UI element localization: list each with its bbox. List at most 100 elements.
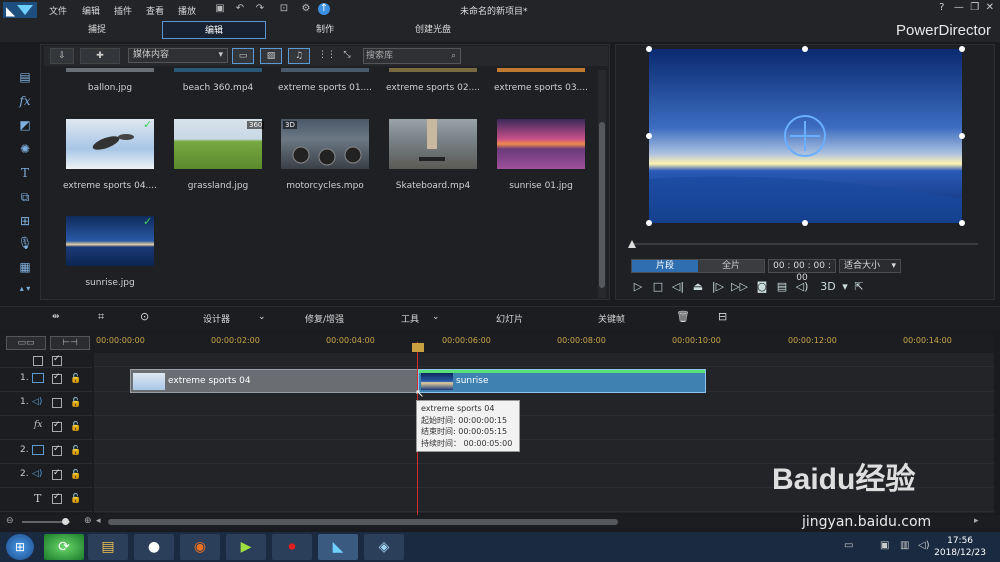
taskbar-app-icon[interactable]: ⟳ — [44, 534, 84, 560]
firefox-icon[interactable]: ◉ — [180, 534, 220, 560]
explorer-icon[interactable]: ▤ — [88, 534, 128, 560]
track-lane[interactable] — [94, 353, 994, 367]
lock-icon[interactable]: 🔓 — [70, 470, 81, 480]
redo-icon[interactable]: ↷ — [254, 3, 266, 15]
chevron-down-icon[interactable]: ⌄ — [258, 312, 266, 322]
upgrade-icon[interactable]: ↑ — [318, 3, 330, 15]
fx-room-icon[interactable]: fx — [16, 92, 34, 110]
chevron-down-icon[interactable]: ▾ — [838, 280, 852, 294]
play-icon[interactable]: ▷ — [631, 280, 645, 294]
track-enable-checkbox[interactable] — [52, 444, 62, 456]
delete-icon[interactable]: 🗑 — [676, 310, 690, 323]
menu-file[interactable]: 文件 — [49, 4, 67, 17]
menu-edit[interactable]: 编辑 — [82, 4, 100, 17]
playhead-marker[interactable] — [412, 343, 424, 352]
resize-handle[interactable] — [646, 133, 652, 139]
resize-handle[interactable] — [802, 220, 808, 226]
track-enable-checkbox[interactable] — [52, 372, 62, 384]
zoom-fit-dropdown[interactable]: 适合大小 ▾ — [839, 259, 901, 273]
thumb-sunrise01[interactable] — [497, 119, 585, 169]
collapse-icon[interactable]: ▴ ▾ — [16, 280, 34, 298]
thumb-beach360[interactable] — [174, 68, 262, 72]
media-content-dropdown[interactable]: 媒体内容 ▾ — [128, 48, 228, 63]
volume-icon[interactable]: ◁) — [795, 280, 809, 294]
pip-room-icon[interactable]: ◩ — [16, 116, 34, 134]
grid-view-icon[interactable]: ⋮⋮ — [318, 48, 336, 64]
qq-icon[interactable]: ● — [134, 534, 174, 560]
aspect-ratio-icon[interactable]: ⊡ — [274, 3, 294, 15]
media-room-icon[interactable]: ▤ — [16, 68, 34, 86]
particle-room-icon[interactable]: ✺ — [16, 140, 34, 158]
close-icon[interactable]: ✕ — [986, 2, 994, 13]
resize-handle[interactable] — [959, 133, 965, 139]
slideshow-button[interactable]: 幻灯片 — [496, 312, 523, 325]
timeline-view-icon[interactable]: ▭▭ — [6, 336, 46, 350]
storyboard-view-icon[interactable]: ⊢⊣ — [50, 336, 90, 350]
start-button[interactable]: ⊞ — [6, 534, 34, 560]
powerdirector-taskbar-icon[interactable]: ◣ — [318, 534, 358, 560]
record-icon[interactable]: ⏺ — [272, 534, 312, 560]
lock-icon[interactable]: 🔓 — [70, 494, 81, 504]
resize-handle[interactable] — [802, 46, 808, 52]
menu-view[interactable]: 查看 — [146, 4, 164, 17]
track-lane[interactable] — [94, 392, 994, 416]
lock-icon[interactable]: 🔓 — [70, 398, 81, 408]
seek-marker-icon[interactable] — [628, 240, 636, 248]
tablet-icon[interactable]: ◈ — [364, 534, 404, 560]
undo-icon[interactable]: ↶ — [234, 3, 246, 15]
3d-toggle[interactable]: 3D — [818, 280, 838, 294]
search-icon[interactable]: ⌕ — [451, 49, 456, 63]
fix-enhance-button[interactable]: 修复/增强 — [305, 312, 344, 325]
transition-room-icon[interactable]: ⧉ — [16, 188, 34, 206]
scrollbar-thumb[interactable] — [599, 122, 605, 288]
keyframe-button[interactable]: 关键帧 — [598, 312, 625, 325]
crop-icon[interactable]: ⌗ — [98, 310, 104, 324]
preview-seekbar[interactable] — [630, 243, 978, 245]
menu-play[interactable]: 播放 — [178, 4, 196, 17]
track-select-checkbox[interactable] — [33, 356, 43, 366]
title-room-icon[interactable]: T — [16, 164, 34, 182]
video-filter-icon[interactable]: ▭ — [232, 48, 254, 64]
timeline-scrollbar-thumb[interactable] — [108, 519, 618, 525]
settings-icon[interactable]: ⚙ — [300, 3, 312, 15]
track-enable-checkbox[interactable] — [52, 468, 62, 480]
lock-icon[interactable]: 🔓 — [70, 374, 81, 384]
lock-icon[interactable]: 🔓 — [70, 446, 81, 456]
stop-icon[interactable]: □ — [651, 280, 665, 294]
zoom-in-icon[interactable]: ⊕ — [84, 516, 92, 526]
tab-edit[interactable]: 编辑 — [162, 21, 266, 39]
resize-handle[interactable] — [646, 220, 652, 226]
thumb-extreme04[interactable] — [66, 119, 154, 169]
resize-handle[interactable] — [959, 220, 965, 226]
designer-menu[interactable]: 设计器 — [203, 312, 230, 325]
next-frame-icon[interactable]: |▷ — [711, 280, 725, 294]
zoom-slider-thumb[interactable] — [62, 518, 69, 525]
mode-movie[interactable]: 全片 — [698, 260, 764, 272]
chevron-down-icon[interactable]: ⌄ — [432, 312, 440, 322]
thumb-ballon[interactable] — [66, 68, 154, 72]
more-options-icon[interactable]: ⊙ — [140, 310, 149, 323]
subtitle-icon[interactable]: ▤ — [775, 280, 789, 294]
audio-filter-icon[interactable]: ♫ — [288, 48, 310, 64]
image-filter-icon[interactable]: ▨ — [260, 48, 282, 64]
zoom-out-icon[interactable]: ⊖ — [6, 516, 14, 526]
timeline-ruler[interactable]: 00:00:00:00 00:00:02:00 00:00:04:00 00:0… — [94, 333, 994, 353]
library-search-input[interactable]: 搜索库 ⌕ — [363, 48, 461, 64]
import-icon[interactable]: ⇩ — [50, 48, 74, 64]
mark-icon[interactable]: ⊟ — [718, 310, 727, 323]
prev-frame-icon[interactable]: ◁| — [671, 280, 685, 294]
fast-forward-icon[interactable]: ▷▷ — [731, 280, 748, 294]
maximize-icon[interactable]: ❐ — [970, 2, 979, 13]
audio-mixing-icon[interactable]: ⊞ — [16, 212, 34, 230]
mode-clip[interactable]: 片段 — [632, 260, 698, 272]
window-controls[interactable]: ? — ❐ ✕ — [939, 2, 994, 13]
thumb-extreme02[interactable] — [389, 68, 477, 72]
tab-capture[interactable]: 捕捉 — [62, 21, 132, 39]
track-lane[interactable] — [94, 416, 994, 440]
preview-mode-toggle[interactable]: 片段 全片 — [631, 259, 765, 273]
timeline-clip[interactable]: sunrise — [418, 369, 706, 393]
scroll-left-icon[interactable]: ◂ — [96, 516, 101, 526]
resize-handle[interactable] — [959, 46, 965, 52]
timecode-display[interactable]: 00 : 00 : 00 : 00 — [768, 259, 836, 283]
save-icon[interactable]: ▣ — [214, 3, 226, 15]
